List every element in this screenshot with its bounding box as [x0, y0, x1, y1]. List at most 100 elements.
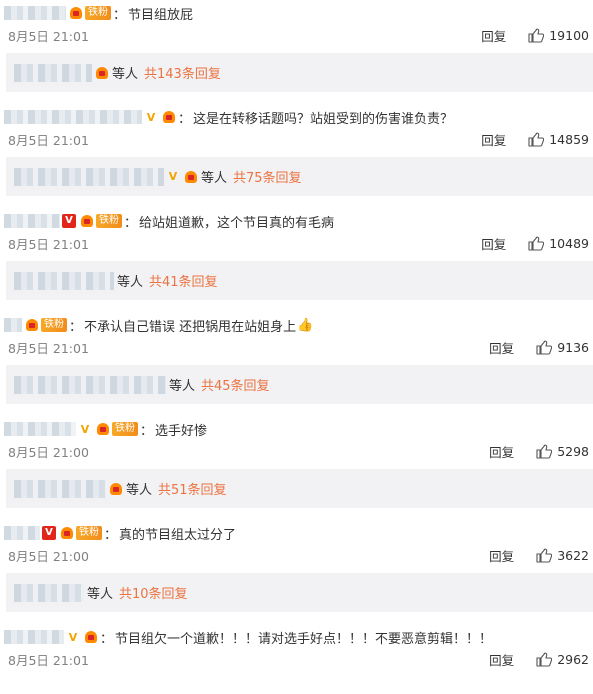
comment-time: 8月5日 21:01 [8, 341, 89, 356]
fan-heart-icon [68, 6, 84, 20]
thread-reply-count[interactable]: 共75条回复 [233, 167, 302, 186]
thumbs-up-icon [536, 547, 553, 563]
reply-thread[interactable]: 等人 共45条回复 [6, 365, 593, 404]
comment-item: V 铁粉：真的节目组太过分了 8月5日 21:00 回复 3622 等人 共10条回复 [0, 520, 593, 624]
reply-thread[interactable]: V 等人 共75条回复 [6, 157, 593, 196]
thumbs-up-emoji: 👍 [297, 317, 314, 333]
fan-heart-icon [95, 422, 111, 436]
colon: ： [140, 423, 154, 439]
comment-line: 铁粉：不承认自己错误 还把锅甩在站姐身上 👍 [4, 315, 313, 335]
comment-text: 这是在转移话题吗？站姐受到的伤害谁负责？ [193, 111, 454, 127]
fan-badge: 铁粉 [112, 422, 138, 436]
thread-reply-count[interactable]: 共10条回复 [119, 583, 188, 602]
fan-heart-icon [79, 214, 95, 228]
comment-text: 节目组欠一个道歉！！！请对选手好点！！！不要恶意剪辑！！！ [115, 631, 493, 647]
thread-others: 等人 [117, 275, 144, 290]
like-count: 10489 [549, 235, 589, 251]
reply-button[interactable]: 回复 [489, 338, 514, 357]
comment-text: 给站姐道歉，这个节目真的有毛病 [139, 215, 335, 231]
colon: ： [100, 631, 114, 647]
replier-avatar-blurred [14, 375, 166, 394]
comment-time: 8月5日 21:00 [8, 549, 89, 564]
reply-thread[interactable]: 等人 共51条回复 [6, 469, 593, 508]
like-count: 14859 [549, 131, 589, 147]
comment-text: 真的节目组太过分了 [119, 527, 237, 543]
replier-avatar-blurred [14, 271, 114, 290]
verified-v-icon: V [80, 422, 90, 436]
reply-button[interactable]: 回复 [481, 234, 506, 253]
reply-button[interactable]: 回复 [489, 546, 514, 565]
username-blurred[interactable] [4, 630, 64, 644]
fan-heart-icon [59, 526, 75, 540]
like-count: 19100 [549, 27, 589, 43]
comment-actions: 回复 19100 [481, 26, 589, 44]
like-button[interactable]: 2962 [536, 652, 589, 667]
reply-button[interactable]: 回复 [481, 26, 506, 45]
comment-time: 8月5日 21:01 [8, 29, 89, 44]
fan-badge: 铁粉 [96, 214, 122, 228]
comment-actions: 回复 9136 [489, 338, 589, 356]
like-button[interactable]: 3622 [536, 548, 589, 563]
like-button[interactable]: 5298 [536, 444, 589, 459]
like-count: 9136 [557, 339, 589, 355]
comment-item: 铁粉：不承认自己错误 还把锅甩在站姐身上 👍 8月5日 21:01 回复 9136 等人共… [0, 312, 593, 416]
fan-badge: 铁粉 [85, 6, 111, 20]
like-button[interactable]: 9136 [536, 340, 589, 355]
thumbs-up-icon [528, 131, 545, 147]
username-blurred[interactable] [4, 214, 60, 228]
comment-time: 8月5日 21:00 [8, 445, 89, 460]
verified-v-icon: V [62, 214, 76, 228]
fan-heart-icon [24, 318, 40, 332]
reply-thread[interactable]: 等人 共143条回复 [6, 53, 593, 92]
verified-v-icon: V [146, 110, 156, 124]
colon: ： [104, 527, 118, 543]
username-blurred[interactable] [4, 318, 22, 332]
thread-reply-count[interactable]: 共51条回复 [158, 479, 227, 498]
reply-thread[interactable]: 等人 共41条回复 [6, 261, 593, 300]
thread-reply-count[interactable]: 共41条回复 [149, 271, 218, 290]
colon: ： [178, 111, 192, 127]
username-blurred[interactable] [4, 6, 66, 20]
like-count: 2962 [557, 651, 589, 667]
reply-thread[interactable]: 等人 共10条回复 [6, 573, 593, 612]
username-blurred[interactable] [4, 110, 142, 124]
thread-others: 等人 [126, 483, 153, 498]
comment-time: 8月5日 21:01 [8, 653, 89, 668]
comment-actions: 回复 2962 [489, 650, 589, 668]
comment-item: V ：节目组欠一个道歉！！！请对选手好点！！！不要恶意剪辑！！！ 8月5日 21:0… [0, 624, 593, 694]
colon: ： [124, 215, 138, 231]
like-button[interactable]: 10489 [528, 236, 589, 251]
colon: ： [69, 319, 83, 335]
fan-badge: 铁粉 [76, 526, 102, 540]
fan-heart-icon [183, 170, 199, 184]
thumbs-up-icon [536, 443, 553, 459]
comment-actions: 回复 10489 [481, 234, 589, 252]
replier-avatar-blurred [14, 583, 84, 602]
fan-badge: 铁粉 [41, 318, 67, 332]
fan-heart-icon [161, 110, 177, 124]
thread-reply-count[interactable]: 共143条回复 [144, 63, 221, 82]
like-button[interactable]: 14859 [528, 132, 589, 147]
reply-button[interactable]: 回复 [481, 130, 506, 149]
comment-actions: 回复 5298 [489, 442, 589, 460]
username-blurred[interactable] [4, 422, 76, 436]
thread-others: 等人 [87, 587, 114, 602]
replier-avatar-blurred [14, 63, 92, 82]
thumbs-up-icon [528, 27, 545, 43]
thread-reply-count[interactable]: 共45条回复 [201, 375, 270, 394]
comment-line: 铁粉：节目组放屁 [4, 3, 193, 23]
reply-button[interactable]: 回复 [489, 650, 514, 669]
replier-avatar-blurred [14, 167, 164, 186]
comment-line: V 铁粉：真的节目组太过分了 [4, 523, 236, 543]
username-blurred[interactable] [4, 526, 40, 540]
comment-line: V 铁粉：给站姐道歉，这个节目真的有毛病 [4, 211, 334, 231]
comment-time: 8月5日 21:01 [8, 237, 89, 252]
comment-line: V 铁粉：选手好惨 [4, 419, 207, 439]
thread-others: 等人 [112, 67, 139, 82]
fan-heart-icon [94, 66, 110, 80]
replier-avatar-blurred [14, 479, 106, 498]
colon: ： [113, 7, 127, 23]
like-button[interactable]: 19100 [528, 28, 589, 43]
reply-button[interactable]: 回复 [489, 442, 514, 461]
comment-actions: 回复 3622 [489, 546, 589, 564]
